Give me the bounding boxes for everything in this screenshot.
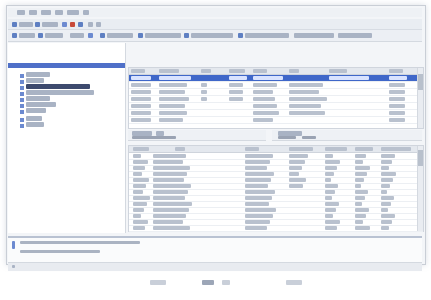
menu-item[interactable] (83, 10, 89, 15)
tree-item[interactable] (20, 108, 46, 114)
scrollbar-thumb[interactable] (418, 74, 423, 90)
toolbar-button[interactable] (294, 33, 334, 38)
tree-item[interactable] (20, 122, 44, 128)
tree-item[interactable] (20, 84, 90, 90)
table-row[interactable] (129, 225, 423, 232)
settings-icon[interactable] (238, 33, 243, 38)
pane-icon (12, 241, 15, 249)
properties-tab-right[interactable] (272, 130, 422, 141)
table-row[interactable] (129, 117, 423, 124)
tree-selected-header[interactable] (8, 63, 125, 68)
table-row[interactable] (129, 75, 423, 82)
tree-item[interactable] (20, 96, 50, 102)
output-pane (8, 236, 422, 262)
filter-icon[interactable] (88, 33, 93, 38)
properties-grid (128, 145, 424, 232)
grid-header (129, 146, 423, 153)
grid-icon[interactable] (100, 33, 105, 38)
toolbar-button[interactable] (70, 33, 84, 38)
open-icon[interactable] (38, 33, 43, 38)
menu-item[interactable] (55, 10, 63, 15)
tree-item[interactable] (20, 102, 56, 108)
stop-icon[interactable] (70, 22, 75, 27)
back-icon[interactable] (12, 22, 17, 27)
table-row[interactable] (129, 82, 423, 89)
tree-item[interactable] (20, 72, 50, 78)
toolbar-button[interactable] (145, 33, 181, 38)
scrollbar-thumb[interactable] (418, 150, 423, 166)
toolbar-button[interactable] (42, 22, 58, 27)
menu-bar (8, 8, 422, 17)
folder-icon (20, 109, 24, 114)
toolbar-button[interactable] (96, 22, 101, 27)
tree-item[interactable] (20, 78, 44, 84)
table-row[interactable] (129, 96, 423, 103)
taskbar (0, 272, 431, 300)
export-icon[interactable] (184, 33, 189, 38)
toolbar-button[interactable] (19, 22, 33, 27)
taskbar-item[interactable] (286, 280, 302, 285)
table-row[interactable] (129, 103, 423, 110)
taskbar-item[interactable] (150, 280, 166, 285)
secondary-toolbar (8, 30, 422, 42)
vertical-scrollbar[interactable] (417, 68, 423, 128)
table-icon[interactable] (138, 33, 143, 38)
vertical-scrollbar[interactable] (417, 146, 423, 231)
status-bar (8, 262, 422, 271)
grid-header (129, 68, 423, 75)
taskbar-item[interactable] (202, 280, 214, 285)
forward-icon[interactable] (35, 22, 40, 27)
refresh-icon[interactable] (62, 22, 67, 27)
output-line (20, 250, 100, 253)
toolbar-button[interactable] (88, 22, 93, 27)
menu-item[interactable] (29, 10, 37, 15)
toolbar-button[interactable] (107, 33, 133, 38)
toolbar-button[interactable] (19, 33, 35, 38)
toolbar-button[interactable] (245, 33, 289, 38)
toolbar-button[interactable] (338, 33, 372, 38)
tree-item[interactable] (20, 116, 42, 122)
toolbar-button[interactable] (45, 33, 63, 38)
output-line (20, 241, 140, 244)
records-grid (128, 67, 424, 129)
menu-item[interactable] (41, 10, 51, 15)
properties-tab-left[interactable] (128, 130, 266, 141)
tree-item[interactable] (20, 90, 94, 96)
new-icon[interactable] (12, 33, 17, 38)
table-row[interactable] (129, 110, 423, 117)
grid-icon[interactable] (78, 22, 83, 27)
table-row[interactable] (129, 89, 423, 96)
taskbar-item[interactable] (222, 280, 230, 285)
folder-icon (20, 123, 24, 128)
main-toolbar (8, 19, 422, 30)
menu-item[interactable] (67, 10, 79, 15)
toolbar-button[interactable] (191, 33, 233, 38)
object-tree (8, 43, 126, 233)
menu-item[interactable] (17, 10, 25, 15)
